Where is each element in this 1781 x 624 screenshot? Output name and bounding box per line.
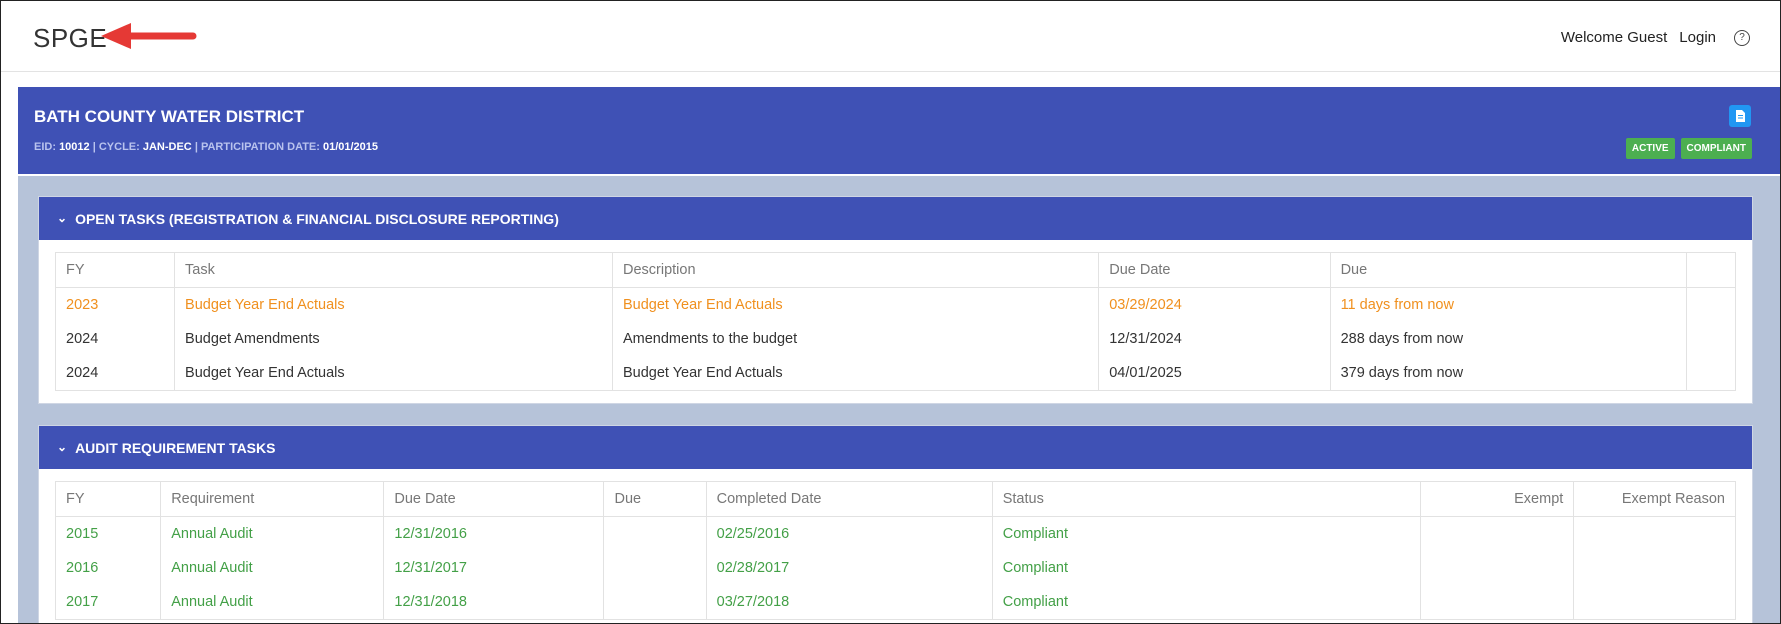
- eid-value: 10012: [59, 141, 90, 153]
- cell-actions: [1685, 322, 1737, 356]
- cell-due: 379 days from now: [1329, 356, 1687, 391]
- cell-exempt: [1419, 516, 1575, 551]
- active-badge: ACTIVE: [1625, 138, 1675, 159]
- cell-due: [603, 585, 707, 620]
- cell-exempt: [1419, 551, 1575, 585]
- chevron-down-icon: ⌄: [57, 210, 68, 225]
- table-row[interactable]: 2024 Budget Amendments Amendments to the…: [54, 322, 1737, 356]
- top-navbar: SPGE Welcome Guest Login ?: [1, 1, 1780, 72]
- help-icon[interactable]: ?: [1734, 29, 1750, 46]
- cell-actions: [1685, 287, 1737, 322]
- participation-label: | PARTICIPATION DATE:: [191, 141, 323, 153]
- cell-requirement[interactable]: Annual Audit: [160, 585, 385, 620]
- table-row[interactable]: 2016 Annual Audit 12/31/2017 02/28/2017 …: [54, 551, 1736, 585]
- col-status[interactable]: Status: [991, 481, 1421, 517]
- compliant-badge: COMPLIANT: [1680, 138, 1752, 159]
- cell-due: [603, 551, 707, 585]
- cell-description: Amendments to the budget: [611, 322, 1100, 356]
- col-fy[interactable]: FY: [54, 481, 162, 517]
- col-fy[interactable]: FY: [54, 252, 176, 288]
- cell-due-date: 04/01/2025: [1098, 356, 1331, 391]
- cell-due-date: 12/31/2017: [383, 551, 605, 585]
- cell-description: Budget Year End Actuals: [611, 356, 1100, 391]
- open-tasks-title: OPEN TASKS (REGISTRATION & FINANCIAL DIS…: [75, 210, 559, 227]
- cell-status: Compliant: [991, 585, 1421, 620]
- cell-completed-date: 03/27/2018: [705, 585, 993, 620]
- open-tasks-table: FY Task Description Due Date Due 2023 Bu…: [54, 252, 1737, 391]
- cell-due-date: 12/31/2018: [383, 585, 605, 620]
- table-row[interactable]: 2024 Budget Year End Actuals Budget Year…: [54, 356, 1737, 391]
- eid-label: EID:: [34, 141, 60, 153]
- col-actions: [1685, 252, 1737, 288]
- cell-fy: 2015: [54, 516, 162, 551]
- cell-description: Budget Year End Actuals: [611, 287, 1100, 322]
- audit-tasks-table: FY Requirement Due Date Due Completed Da…: [54, 481, 1736, 620]
- document-icon: [1736, 110, 1745, 122]
- table-row[interactable]: 2015 Annual Audit 12/31/2016 02/25/2016 …: [54, 516, 1736, 551]
- cell-due-date: 12/31/2024: [1098, 322, 1331, 356]
- cell-exempt-reason: [1573, 551, 1736, 585]
- cell-due-date: 03/29/2024: [1098, 287, 1331, 322]
- col-exempt[interactable]: Exempt: [1419, 481, 1575, 517]
- entity-name: BATH COUNTY WATER DISTRICT: [34, 107, 305, 126]
- cycle-label: | CYCLE:: [89, 141, 143, 153]
- open-tasks-header[interactable]: ⌄ OPEN TASKS (REGISTRATION & FINANCIAL D…: [39, 197, 1752, 240]
- audit-tasks-header[interactable]: ⌄ AUDIT REQUIREMENT TASKS: [39, 426, 1752, 469]
- main-content: ⌄ OPEN TASKS (REGISTRATION & FINANCIAL D…: [18, 176, 1780, 623]
- col-task[interactable]: Task: [174, 252, 613, 288]
- cycle-value: JAN-DEC: [142, 141, 192, 153]
- cell-fy: 2024: [54, 356, 176, 391]
- table-header-row: FY Task Description Due Date Due: [54, 252, 1737, 288]
- audit-tasks-title: AUDIT REQUIREMENT TASKS: [75, 439, 276, 456]
- status-badges: ACTIVE COMPLIANT: [1625, 138, 1752, 159]
- cell-task[interactable]: Budget Year End Actuals: [174, 356, 613, 391]
- cell-task[interactable]: Budget Amendments: [174, 322, 613, 356]
- cell-fy: 2024: [54, 322, 176, 356]
- table-row[interactable]: 2023 Budget Year End Actuals Budget Year…: [54, 287, 1737, 322]
- app-logo[interactable]: SPGE: [33, 23, 107, 54]
- cell-fy: 2016: [54, 551, 162, 585]
- col-requirement[interactable]: Requirement: [160, 481, 385, 517]
- cell-completed-date: 02/25/2016: [705, 516, 993, 551]
- cell-fy: 2017: [54, 585, 162, 620]
- cell-due: 11 days from now: [1329, 287, 1687, 322]
- cell-actions: [1685, 356, 1737, 391]
- participation-date-value: 01/01/2015: [322, 141, 379, 153]
- cell-exempt-reason: [1573, 585, 1736, 620]
- cell-status: Compliant: [991, 551, 1421, 585]
- app-window: SPGE Welcome Guest Login ? BATH COUNTY W…: [0, 0, 1781, 624]
- cell-exempt-reason: [1573, 516, 1736, 551]
- document-button[interactable]: [1729, 105, 1751, 127]
- entity-header: BATH COUNTY WATER DISTRICT EID: 10012 | …: [18, 87, 1780, 174]
- cell-status: Compliant: [991, 516, 1421, 551]
- audit-tasks-panel: ⌄ AUDIT REQUIREMENT TASKS FY Requirement…: [38, 425, 1753, 623]
- entity-meta: EID: 10012 | CYCLE: JAN-DEC | PARTICIPAT…: [34, 141, 378, 153]
- user-menu: Welcome Guest Login ?: [1561, 29, 1750, 46]
- login-link[interactable]: Login: [1679, 29, 1716, 46]
- cell-due: [603, 516, 707, 551]
- table-header-row: FY Requirement Due Date Due Completed Da…: [54, 481, 1736, 517]
- col-due-date[interactable]: Due Date: [383, 481, 605, 517]
- col-due-date[interactable]: Due Date: [1098, 252, 1331, 288]
- welcome-text: Welcome Guest: [1560, 29, 1668, 46]
- open-tasks-panel: ⌄ OPEN TASKS (REGISTRATION & FINANCIAL D…: [38, 196, 1753, 404]
- col-due[interactable]: Due: [1329, 252, 1687, 288]
- col-description[interactable]: Description: [611, 252, 1100, 288]
- cell-exempt: [1419, 585, 1575, 620]
- col-completed-date[interactable]: Completed Date: [705, 481, 993, 517]
- col-exempt-reason[interactable]: Exempt Reason: [1573, 481, 1736, 517]
- cell-completed-date: 02/28/2017: [705, 551, 993, 585]
- cell-requirement[interactable]: Annual Audit: [160, 551, 385, 585]
- cell-fy: 2023: [54, 287, 176, 322]
- red-arrow-annotation: [101, 23, 197, 49]
- table-row[interactable]: 2017 Annual Audit 12/31/2018 03/27/2018 …: [54, 585, 1736, 620]
- cell-requirement[interactable]: Annual Audit: [160, 516, 385, 551]
- chevron-down-icon: ⌄: [57, 439, 68, 454]
- cell-task[interactable]: Budget Year End Actuals: [174, 287, 613, 322]
- cell-due: 288 days from now: [1329, 322, 1687, 356]
- col-due[interactable]: Due: [603, 481, 707, 517]
- cell-due-date: 12/31/2016: [383, 516, 605, 551]
